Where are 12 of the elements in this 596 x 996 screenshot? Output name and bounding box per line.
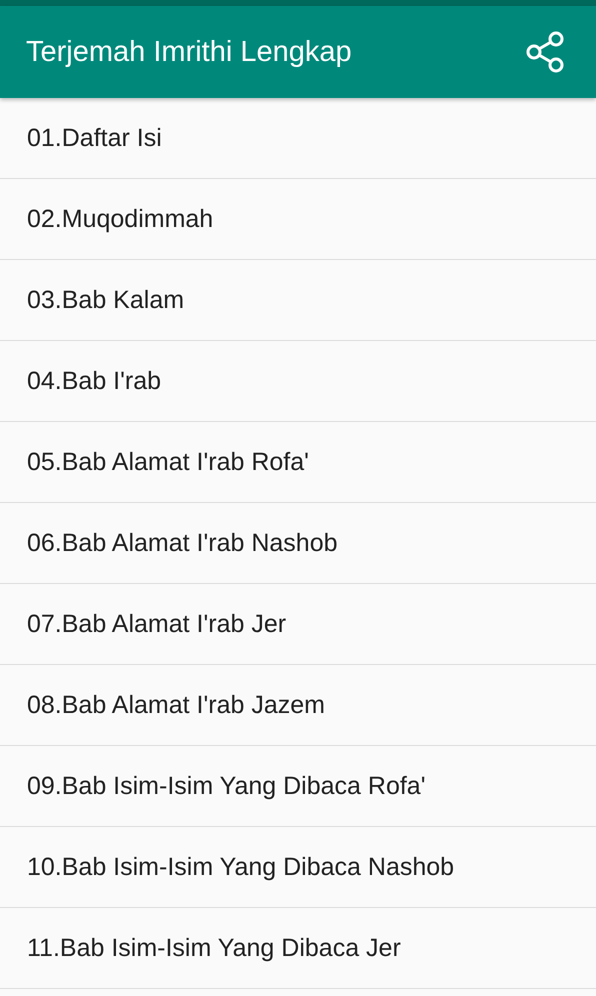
app-title: Terjemah Imrithi Lengkap bbox=[26, 36, 352, 68]
chapter-item[interactable]: 05.Bab Alamat I'rab Rofa' bbox=[0, 422, 596, 503]
chapter-item[interactable]: 09.Bab Isim-Isim Yang Dibaca Rofa' bbox=[0, 746, 596, 827]
chapter-item[interactable]: 06.Bab Alamat I'rab Nashob bbox=[0, 503, 596, 584]
chapter-item[interactable]: 11.Bab Isim-Isim Yang Dibaca Jer bbox=[0, 908, 596, 989]
chapter-item[interactable]: 01.Daftar Isi bbox=[0, 98, 596, 179]
chapter-item[interactable]: 08.Bab Alamat I'rab Jazem bbox=[0, 665, 596, 746]
chapter-item[interactable]: 02.Muqodimmah bbox=[0, 179, 596, 260]
chapter-item[interactable]: 03.Bab Kalam bbox=[0, 260, 596, 341]
chapter-item[interactable]: 04.Bab I'rab bbox=[0, 341, 596, 422]
chapter-item[interactable]: 07.Bab Alamat I'rab Jer bbox=[0, 584, 596, 665]
chapter-item[interactable]: 10.Bab Isim-Isim Yang Dibaca Nashob bbox=[0, 827, 596, 908]
